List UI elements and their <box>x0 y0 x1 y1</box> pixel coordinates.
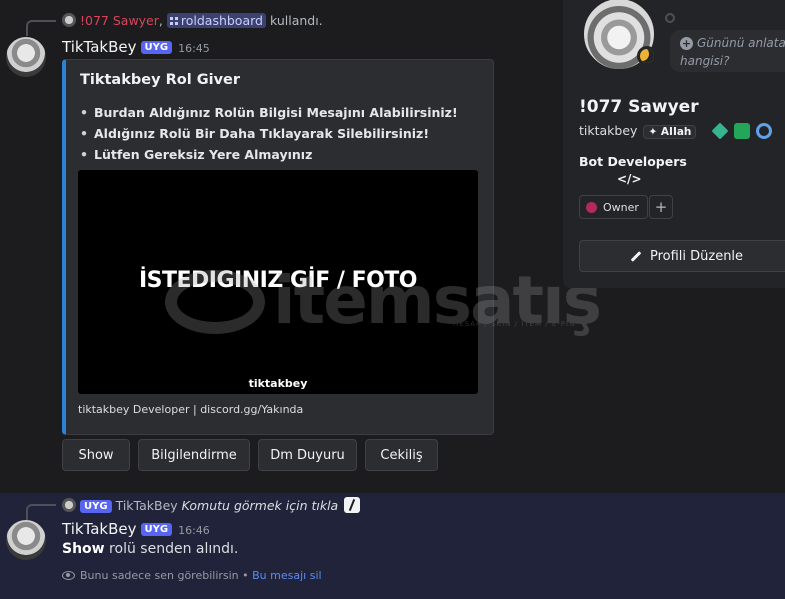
status-prompt-line2: hangisi? <box>680 54 730 68</box>
username-row: tiktakbey ✦ AIIah <box>579 123 697 139</box>
embed-image-caption: tiktakbey <box>248 377 308 390</box>
edit-profile-button[interactable]: Profili Düzenle <box>579 240 785 272</box>
context-avatar <box>62 498 76 512</box>
role-name: Show <box>62 541 105 557</box>
role-color-dot <box>586 201 597 213</box>
dm-duyuru-button[interactable]: Dm Duyuru <box>258 439 357 471</box>
server-tag-label: AIIah <box>660 126 692 138</box>
display-name: !077 Sawyer <box>579 97 699 117</box>
diamond-badge-icon[interactable] <box>711 122 729 139</box>
embed-footer: tiktakbey Developer | discord.gg/Yakında <box>78 403 304 416</box>
context-suffix: kullandı. <box>269 13 323 28</box>
pencil-icon <box>630 250 642 262</box>
app-badge: UYG <box>80 500 112 513</box>
embed-image[interactable]: İSTEDIGINIZ GİF / FOTO tiktakbey <box>78 170 478 394</box>
nitro-boost-badge-icon[interactable] <box>756 122 772 139</box>
embed-image-text: İSTEDIGINIZ GİF / FOTO <box>138 268 418 293</box>
reply-connector <box>26 504 56 520</box>
command-context[interactable]: !077 Sawyer, roldashboard kullandı. <box>62 13 323 28</box>
add-status-icon: + <box>680 37 693 50</box>
context-text[interactable]: Komutu görmek için tıkla <box>182 498 339 513</box>
show-button[interactable]: Show <box>62 439 130 471</box>
idle-status-icon <box>637 46 657 66</box>
cekilis-button[interactable]: Cekiliş <box>365 439 438 471</box>
dismiss-message-link[interactable]: Bu mesajı sil <box>252 569 321 582</box>
slash-command-icon <box>344 497 361 513</box>
embed-line: Aldığınız Rolü Bir Daha Tıklayarak Sileb… <box>80 123 458 144</box>
user-profile-popout: + Gününü anlata hangisi? !077 Sawyer tikta… <box>563 0 785 288</box>
timestamp[interactable]: 16:45 <box>178 42 210 55</box>
server-tag[interactable]: ✦ AIIah <box>643 125 697 139</box>
embed-line: Lütfen Gereksiz Yere Almayınız <box>80 144 458 165</box>
timestamp[interactable]: 16:46 <box>178 524 210 537</box>
context-separator: , <box>158 13 163 28</box>
eye-icon <box>62 571 75 580</box>
role-pill[interactable]: Owner <box>579 195 648 219</box>
status-prompt-line1: Gününü anlata <box>697 36 785 50</box>
message-content: Show rolü senden alındı. <box>62 541 238 557</box>
author-name[interactable]: TikTakBey <box>62 520 137 538</box>
edit-profile-label: Profili Düzenle <box>649 248 744 264</box>
command-name[interactable]: roldashboard <box>181 13 263 28</box>
context-avatar <box>62 13 76 27</box>
status-dot-icon <box>665 13 675 23</box>
app-grid-icon <box>169 17 178 25</box>
roles-section-title: Bot Developers <box>579 154 687 169</box>
ephemeral-text: Bunu sadece sen görebilirsin • <box>80 569 253 582</box>
message-header: TikTakBey UYG 16:45 <box>62 37 210 56</box>
embed-line: Burdan Aldığınız Rolün Bilgisi Mesajını … <box>80 102 458 123</box>
custom-status-bubble[interactable]: + Gününü anlata hangisi? <box>670 30 785 72</box>
bilgilendirme-button[interactable]: Bilgilendirme <box>138 439 250 471</box>
embed-title: Tiktakbey Rol Giver <box>80 72 241 88</box>
bot-avatar[interactable] <box>6 37 46 77</box>
context-username[interactable]: TikTakBey <box>116 498 178 513</box>
embed-card: Tiktakbey Rol Giver Burdan Aldığınız Rol… <box>62 59 494 435</box>
app-badge: UYG <box>140 41 173 54</box>
profile-badges <box>711 120 778 139</box>
bot-avatar[interactable] <box>6 520 46 560</box>
command-mention[interactable]: roldashboard <box>166 13 266 28</box>
content-text: rolü senden alındı. <box>104 541 239 557</box>
author-name[interactable]: TikTakBey <box>62 38 137 56</box>
context-username[interactable]: !077 Sawyer <box>80 13 159 28</box>
active-developer-badge-icon[interactable] <box>734 122 750 139</box>
role-label: Owner <box>603 200 639 214</box>
app-badge: UYG <box>140 523 173 536</box>
add-role-button[interactable]: + <box>649 195 673 219</box>
ephemeral-note: Bunu sadece sen görebilirsin • Bu mesajı… <box>62 569 322 582</box>
code-icon: </> <box>617 172 642 186</box>
reply-connector <box>26 20 56 36</box>
message-header: TikTakBey UYG 16:46 <box>62 519 210 538</box>
username[interactable]: tiktakbey <box>579 123 637 138</box>
interaction-context[interactable]: UYG TikTakBey Komutu görmek için tıkla <box>62 497 361 513</box>
chat-area: !077 Sawyer, roldashboard kullandı. TikT… <box>0 0 785 599</box>
embed-description: Burdan Aldığınız Rolün Bilgisi Mesajını … <box>80 102 458 165</box>
